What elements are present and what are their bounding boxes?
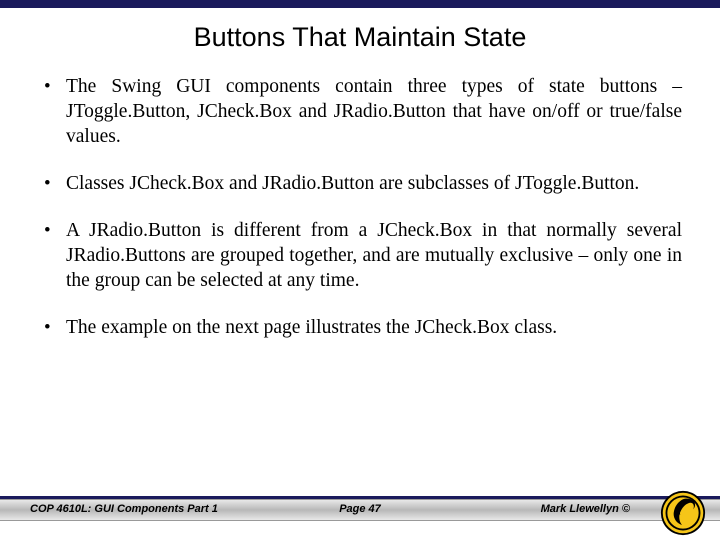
footer: COP 4610L: GUI Components Part 1 Page 47…	[0, 496, 720, 540]
bullet-item: Classes JCheck.Box and JRadio.Button are…	[38, 172, 682, 197]
footer-course: COP 4610L: GUI Components Part 1	[30, 503, 218, 515]
slide-title: Buttons That Maintain State	[0, 22, 720, 53]
top-border-bar	[0, 0, 720, 8]
footer-author: Mark Llewellyn ©	[541, 503, 630, 515]
slide-content: The Swing GUI components contain three t…	[0, 75, 720, 341]
bullet-item: The example on the next page illustrates…	[38, 316, 682, 341]
bullet-item: A JRadio.Button is different from a JChe…	[38, 219, 682, 294]
bullet-list: The Swing GUI components contain three t…	[38, 75, 682, 341]
bullet-item: The Swing GUI components contain three t…	[38, 75, 682, 150]
footer-text-row: COP 4610L: GUI Components Part 1 Page 47…	[0, 499, 720, 519]
ucf-pegasus-logo-icon	[660, 490, 706, 536]
